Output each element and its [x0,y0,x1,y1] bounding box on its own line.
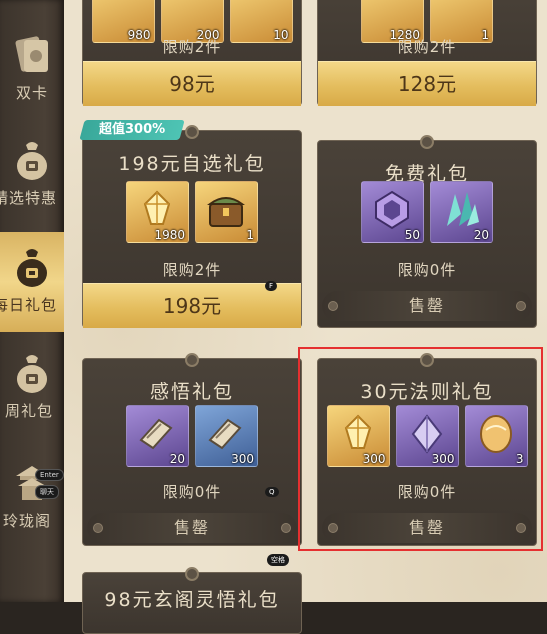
card-icon [15,36,48,72]
pack-card-98-bottom[interactable]: 98元玄阁灵悟礼包 [82,572,302,634]
pack-item[interactable]: 1 [195,181,258,243]
pack-card-98[interactable]: 980 200 10 限购2件 98元 [82,0,302,106]
selection-highlight [298,347,543,551]
pack-item[interactable]: 20 [430,181,493,243]
pack-item[interactable]: 300 [195,405,258,467]
category-sidebar: 双卡 精选特惠 每日礼包 周礼包 玲珑阁 Enter 聊天 [0,0,64,602]
pack-title: 感悟礼包 [149,381,234,403]
money-bag-icon [17,355,47,393]
pack-item[interactable]: 1980 [126,181,189,243]
purchase-limit: 限购2件 [397,38,457,56]
sidebar-item-label: 精选特惠 [0,189,57,207]
sidebar-item-featured[interactable]: 精选特惠 [0,125,64,225]
sidebar-item-label: 周礼包 [4,402,53,420]
scroll-icon [208,418,242,450]
pack-card-128[interactable]: 1280 1 限购2件 128元 [317,0,537,106]
pavilion-icon [16,466,48,500]
sold-out-button[interactable]: 售罄 [87,513,297,543]
sidebar-item-daily-pack[interactable]: 每日礼包 [0,232,64,332]
space-key-hint: 空格 [267,554,289,566]
money-bag-icon [17,249,47,287]
treasure-chest-icon [206,197,246,227]
pack-card-insight[interactable]: 感悟礼包 20 300 限购0件 售罄 Q [82,358,302,546]
pack-item[interactable]: 20 [126,405,189,467]
sidebar-item-weekly-pack[interactable]: 周礼包 [0,338,64,438]
gold-crystal-icon [143,190,171,225]
pack-title: 198元自选礼包 [118,153,266,175]
buy-button[interactable]: 98元 [83,61,301,106]
sidebar-item-dual-card[interactable]: 双卡 [0,20,64,120]
buy-button[interactable]: 128元 [318,61,536,106]
purchase-limit: 限购0件 [397,261,457,279]
f-key-hint: F [265,281,278,291]
pack-item[interactable]: 50 [361,181,424,243]
scroll-icon [139,418,173,450]
money-bag-icon [17,142,47,180]
sidebar-item-label: 双卡 [15,84,48,102]
pack-title: 98元玄阁灵悟礼包 [104,589,280,611]
value-badge: 超值300% [79,120,185,140]
q-key-hint: Q [265,487,279,497]
sidebar-item-label: 玲珑阁 [2,512,51,530]
crystal-shard-icon [447,192,479,226]
purple-ring-icon [375,190,409,230]
sold-out-button[interactable]: 售罄 [322,291,532,321]
pack-card-free[interactable]: 免费礼包 50 20 限购0件 售罄 [317,140,537,328]
enter-key-hint: Enter [35,469,64,481]
purchase-limit: 限购2件 [162,261,222,279]
chat-key-hint: 聊天 [35,485,59,499]
pack-card-198[interactable]: 198元自选礼包 1980 1 限购2件 198元 F [82,130,302,328]
sidebar-item-label: 每日礼包 [0,296,57,314]
purchase-limit: 限购2件 [162,38,222,56]
